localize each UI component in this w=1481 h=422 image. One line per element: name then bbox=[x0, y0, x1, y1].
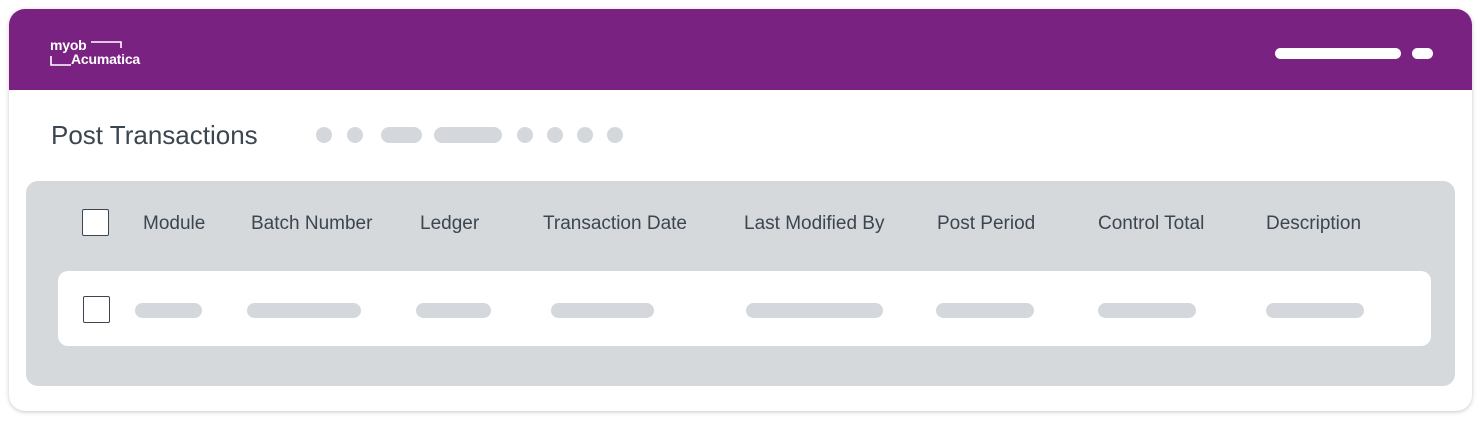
logo-text-myob: myob bbox=[50, 37, 87, 53]
cell-module-placeholder bbox=[135, 303, 202, 318]
page-title: Post Transactions bbox=[51, 120, 258, 150]
column-header-module[interactable]: Module bbox=[143, 212, 205, 236]
column-header-transaction-date[interactable]: Transaction Date bbox=[543, 212, 687, 236]
toolbar-button-placeholder[interactable] bbox=[316, 127, 332, 143]
logo-text-acumatica: Acumatica bbox=[71, 51, 141, 67]
transactions-grid: Module Batch Number Ledger Transaction D… bbox=[26, 181, 1455, 386]
cell-post-period-placeholder bbox=[936, 303, 1034, 318]
column-header-last-modified-by[interactable]: Last Modified By bbox=[744, 212, 884, 236]
column-header-ledger[interactable]: Ledger bbox=[420, 212, 479, 236]
toolbar-button-placeholder[interactable] bbox=[434, 127, 502, 143]
app-window: myob Acumatica Post Transactions Module … bbox=[9, 9, 1472, 411]
cell-ledger-placeholder bbox=[416, 303, 491, 318]
toolbar-button-placeholder[interactable] bbox=[381, 127, 422, 143]
toolbar-button-placeholder[interactable] bbox=[347, 127, 363, 143]
cell-last-modified-by-placeholder bbox=[746, 303, 883, 318]
table-row[interactable] bbox=[58, 271, 1431, 346]
column-header-control-total[interactable]: Control Total bbox=[1098, 212, 1204, 236]
cell-transaction-date-placeholder bbox=[551, 303, 654, 318]
row-select-checkbox[interactable] bbox=[83, 296, 110, 323]
select-all-checkbox[interactable] bbox=[82, 209, 109, 236]
settings-placeholder[interactable] bbox=[1412, 48, 1433, 59]
cell-batch-number-placeholder bbox=[247, 303, 361, 318]
cell-control-total-placeholder bbox=[1098, 303, 1196, 318]
column-header-batch-number[interactable]: Batch Number bbox=[251, 212, 372, 236]
toolbar-button-placeholder[interactable] bbox=[607, 127, 623, 143]
column-header-description[interactable]: Description bbox=[1266, 212, 1361, 236]
user-menu-placeholder[interactable] bbox=[1275, 48, 1401, 59]
toolbar-button-placeholder[interactable] bbox=[547, 127, 563, 143]
toolbar-button-placeholder[interactable] bbox=[517, 127, 533, 143]
column-header-post-period[interactable]: Post Period bbox=[937, 212, 1035, 236]
top-bar: myob Acumatica bbox=[9, 9, 1472, 90]
myob-acumatica-logo[interactable]: myob Acumatica bbox=[49, 38, 159, 68]
toolbar-button-placeholder[interactable] bbox=[577, 127, 593, 143]
cell-description-placeholder bbox=[1266, 303, 1364, 318]
